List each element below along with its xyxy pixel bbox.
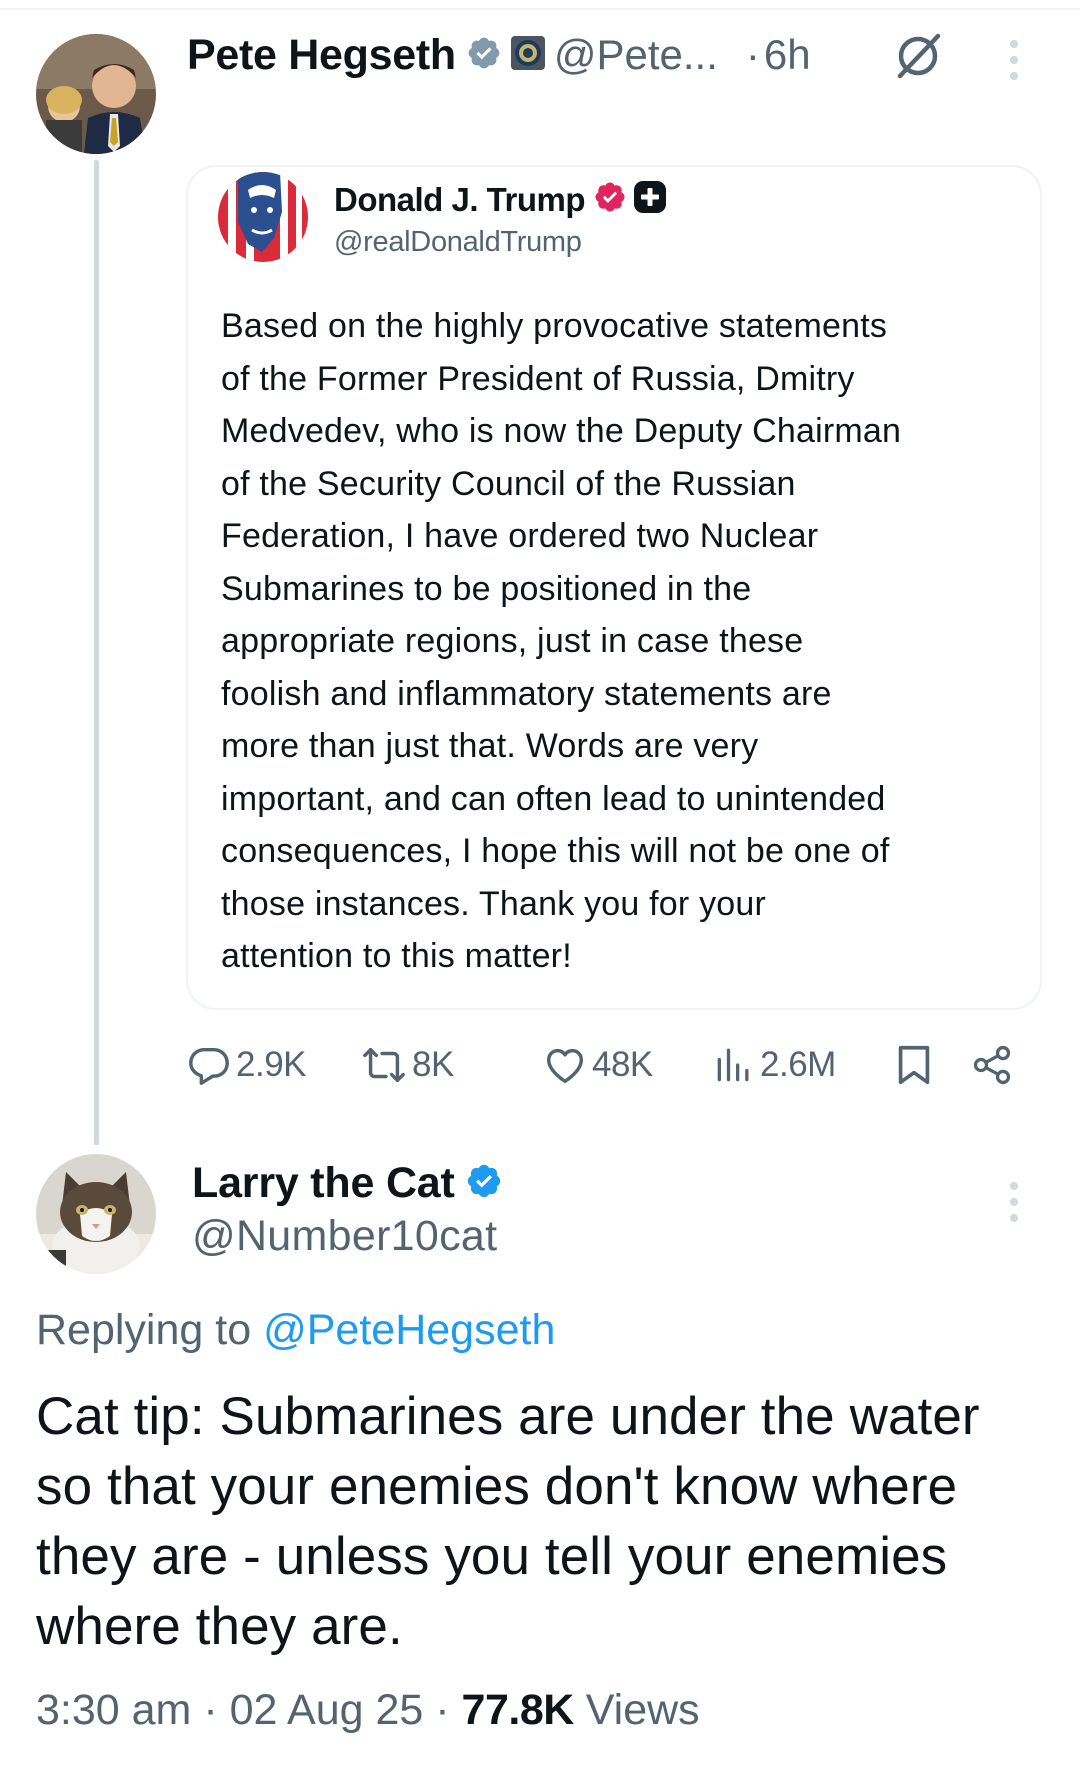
quoted-text-line: those instances. Thank you for your	[221, 884, 767, 923]
separator-dot: ·	[203, 1686, 218, 1734]
top-divider	[0, 8, 1080, 10]
repost-count: 8K	[412, 1045, 454, 1084]
quoted-text-line: attention to this matter!	[221, 937, 572, 975]
reply-text-line: so that your enemies don't know where	[36, 1457, 958, 1516]
replying-to-label: Replying to	[36, 1306, 252, 1354]
tweet-date[interactable]: 02 Aug 25	[230, 1686, 424, 1734]
reply-tweet-text: Cat tip: Submarines are under the water …	[36, 1382, 1056, 1662]
quoted-text-line: Based on the highly provocative statemen…	[221, 307, 888, 345]
replying-to-mention[interactable]: @PeteHegseth	[263, 1306, 555, 1354]
quoted-text-line: consequences, I hope this will not be on…	[221, 832, 890, 870]
reply-author-handle[interactable]: @Number10cat	[192, 1212, 497, 1261]
separator-dot: ·	[435, 1686, 450, 1734]
reply-icon	[189, 1047, 229, 1085]
reply-author-name[interactable]: Larry the Cat	[192, 1159, 455, 1208]
analytics-icon	[717, 1048, 749, 1082]
donald-trump-avatar[interactable]	[218, 172, 308, 262]
quoted-tweet-text: Based on the highly provocative statemen…	[221, 300, 1021, 983]
reply-count: 2.9K	[236, 1045, 307, 1084]
like-button[interactable]: 48K	[542, 1038, 653, 1092]
bookmark-button[interactable]	[894, 1038, 934, 1092]
replying-to-line: Replying to @PeteHegseth	[36, 1306, 555, 1355]
quoted-text-line: foolish and inflammatory statements are	[221, 674, 832, 713]
reply-text-line: where they are.	[36, 1597, 403, 1656]
larry-the-cat-avatar[interactable]	[36, 1154, 156, 1274]
reply-button[interactable]: 2.9K	[186, 1038, 307, 1092]
parent-author-name[interactable]: Pete Hegseth	[187, 31, 456, 80]
quoted-text-line: important, and can often lead to uninten…	[221, 779, 886, 818]
tweet-time[interactable]: 3:30 am	[36, 1686, 191, 1734]
repost-icon	[363, 1047, 405, 1083]
plus-badge-icon	[633, 180, 667, 219]
reply-author-row: Larry the Cat	[192, 1154, 503, 1212]
parent-tweet-time[interactable]: 6h	[764, 31, 811, 79]
quoted-text-line: of the Security Council of the Russian	[221, 464, 796, 503]
quoted-author-handle[interactable]: @realDonaldTrump	[334, 226, 582, 259]
views-button[interactable]: 2.6M	[712, 1038, 836, 1092]
thread-connector-line	[94, 160, 99, 1145]
parent-tweet-header: Pete Hegseth @Pete... · 6h	[187, 30, 811, 80]
parent-author-handle[interactable]: @Pete...	[554, 31, 718, 79]
reply-text-line: Cat tip: Submarines are under the water	[36, 1387, 980, 1446]
more-vertical-icon[interactable]	[1006, 1180, 1022, 1229]
bookmark-icon	[898, 1045, 930, 1085]
verified-badge-icon	[466, 35, 502, 76]
quoted-author-row: Donald J. Trump	[334, 180, 667, 219]
more-vertical-icon[interactable]	[1006, 38, 1022, 87]
quoted-text-line: more than just that. Words are very	[221, 727, 759, 765]
reply-text-line: they are - unless you tell your enemies	[36, 1527, 948, 1586]
heart-icon	[546, 1048, 584, 1084]
government-seal-icon	[510, 35, 546, 76]
grok-icon[interactable]	[892, 30, 944, 87]
quoted-text-line: Submarines to be positioned in the	[221, 569, 752, 608]
pete-hegseth-avatar[interactable]	[36, 34, 156, 154]
quoted-text-line: Medvedev, who is now the Deputy Chairman	[221, 412, 902, 450]
quoted-text-line: of the Former President of Russia, Dmitr…	[221, 359, 855, 398]
separator-dot: ·	[745, 31, 760, 78]
verified-badge-icon	[593, 180, 627, 219]
quoted-text-line: Federation, I have ordered two Nuclear	[221, 517, 819, 555]
tweet-views-label: Views	[585, 1686, 700, 1734]
views-count: 2.6M	[760, 1045, 836, 1084]
like-count: 48K	[592, 1045, 653, 1084]
share-icon	[973, 1045, 1011, 1085]
tweet-metadata: 3:30 am · 02 Aug 25 · 77.8K Views	[36, 1686, 700, 1735]
share-button[interactable]	[970, 1038, 1014, 1092]
verified-badge-icon	[465, 1162, 503, 1205]
quoted-text-line: appropriate regions, just in case these	[221, 622, 804, 660]
repost-button[interactable]: 8K	[360, 1038, 454, 1092]
tweet-views-count[interactable]: 77.8K	[462, 1686, 575, 1734]
quoted-author-name[interactable]: Donald J. Trump	[334, 181, 586, 219]
